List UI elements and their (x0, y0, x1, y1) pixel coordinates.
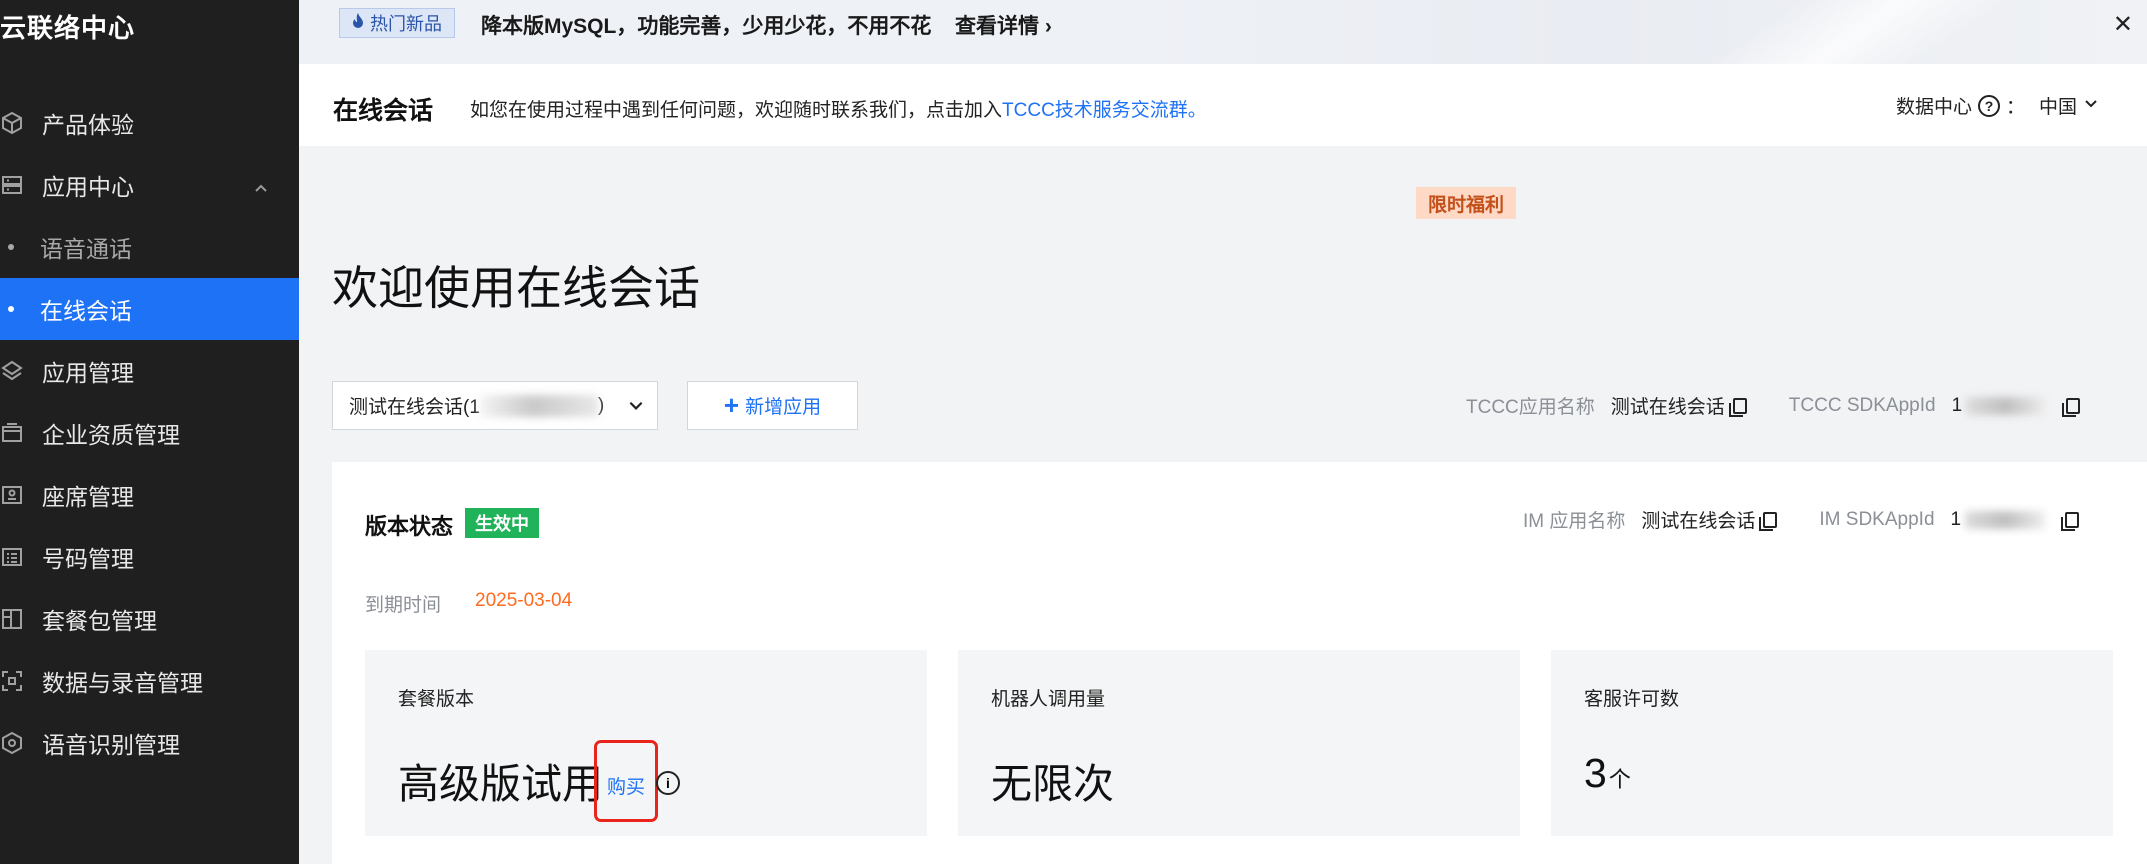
sidebar: 云联络中心 产品体验 应用中心 语音通话 在线会话 应用管理 企业资质管理 座席… (0, 0, 299, 864)
wallet-icon (0, 419, 26, 447)
stat-label: 客服许可数 (1584, 689, 1680, 710)
copy-icon[interactable] (2061, 511, 2080, 531)
sidebar-item-app-management[interactable]: 应用管理 (0, 340, 299, 402)
stat-label: 机器人调用量 (991, 689, 1106, 710)
sidebar-item-online-session[interactable]: 在线会话 (0, 278, 299, 340)
welcome-heading: 欢迎使用在线会话 (332, 262, 700, 314)
plus-icon: + (723, 390, 740, 420)
redacted-app-id (479, 394, 598, 417)
sidebar-item-app-center[interactable]: 应用中心 (0, 154, 299, 216)
im-app-info: IM 应用名称 测试在线会话 IM SDKAppId 1 (1523, 506, 2080, 533)
agent-card-icon (0, 481, 26, 509)
banner-decoration (1619, 0, 2075, 64)
chevron-down-icon (2083, 95, 2099, 117)
bullet-dot-icon (8, 306, 14, 312)
datacenter-label: 数据中心 (1895, 97, 1972, 118)
sidebar-item-agent-management[interactable]: 座席管理 (0, 464, 299, 526)
sidebar-item-voice-call[interactable]: 语音通话 (0, 216, 299, 278)
robot-usage-stat: 机器人调用量 无限次 (958, 650, 1520, 836)
app-selector[interactable]: 测试在线会话(1 ) (332, 381, 658, 430)
sidebar-item-speech-recognition[interactable]: 语音识别管理 (0, 712, 299, 774)
header-description: 如您在使用过程中遇到任何问题，欢迎随时联系我们，点击加入TCCC技术服务交流群。 (470, 100, 1207, 121)
stat-value: 3个 (1584, 750, 1631, 796)
buy-link[interactable]: 购买 (607, 772, 645, 799)
page-header: 在线会话 如您在使用过程中遇到任何问题，欢迎随时联系我们，点击加入TCCC技术服… (299, 64, 2147, 146)
im-sdkappid-value: 1 (1951, 509, 2046, 531)
expire-label: 到期时间 (365, 595, 442, 616)
seat-license-stat: 客服许可数 3个 (1551, 650, 2113, 836)
sidebar-item-label: 座席管理 (42, 484, 134, 510)
help-icon[interactable]: ? (1977, 94, 2000, 117)
chevron-down-icon (627, 396, 645, 414)
sidebar-item-data-recording[interactable]: 数据与录音管理 (0, 650, 299, 712)
add-app-button[interactable]: + 新增应用 (687, 381, 858, 430)
sidebar-item-label: 数据与录音管理 (42, 670, 203, 696)
sidebar-item-number-management[interactable]: 号码管理 (0, 526, 299, 588)
tccc-name-value: 测试在线会话 (1610, 397, 1725, 418)
sidebar-item-label: 应用管理 (42, 360, 134, 386)
hot-new-badge: 热门新品 (339, 8, 455, 38)
buy-highlight: 购买 (594, 740, 658, 822)
sidebar-item-product-experience[interactable]: 产品体验 (0, 92, 299, 154)
redacted-sdkappid (1966, 396, 2047, 415)
sidebar-item-package-management[interactable]: 套餐包管理 (0, 588, 299, 650)
version-status-title: 版本状态 (365, 514, 454, 539)
brand-title: 云联络中心 (0, 13, 136, 43)
server-icon (0, 171, 26, 199)
sidebar-item-label: 语音识别管理 (42, 732, 180, 758)
sidebar-item-enterprise-qualification[interactable]: 企业资质管理 (0, 402, 299, 464)
flame-icon (352, 12, 364, 34)
tccc-app-info: TCCC应用名称 测试在线会话 TCCC SDKAppId 1 (1466, 392, 2081, 419)
sidebar-item-label: 号码管理 (42, 546, 134, 572)
close-icon[interactable]: ✕ (2113, 10, 2133, 39)
tccc-sdkappid-label: TCCC SDKAppId (1788, 394, 1936, 416)
layers-icon (0, 357, 26, 385)
stat-value: 无限次 (991, 761, 1114, 807)
number-list-icon (0, 543, 26, 571)
stat-value: 高级版试用 (398, 761, 603, 807)
banner-text: 降本版MySQL，功能完善，少用少花，不用不花 (481, 15, 932, 38)
voice-recognition-icon (0, 729, 26, 757)
copy-icon[interactable] (1728, 397, 1747, 417)
datacenter-selector[interactable]: 数据中心 ? ： 中国 (1896, 92, 2099, 119)
page-title: 在线会话 (333, 97, 434, 125)
join-group-link[interactable]: TCCC技术服务交流群。 (1002, 100, 1207, 121)
im-name-value: 测试在线会话 (1641, 511, 1756, 532)
redacted-sdkappid (1965, 510, 2046, 529)
copy-icon[interactable] (1759, 511, 1778, 531)
copy-icon[interactable] (2062, 397, 2081, 417)
status-badge: 生效中 (465, 508, 539, 538)
chevron-up-icon[interactable] (253, 176, 269, 192)
stat-label: 套餐版本 (398, 689, 475, 710)
info-icon[interactable]: i (656, 771, 680, 795)
package-icon (0, 605, 26, 633)
sidebar-item-label: 应用中心 (42, 174, 134, 200)
im-sdkappid-label: IM SDKAppId (1819, 508, 1935, 530)
sidebar-item-label: 在线会话 (40, 298, 132, 324)
banner-view-details-link[interactable]: 查看详情 › (955, 10, 1052, 40)
tccc-name-label: TCCC应用名称 (1466, 397, 1595, 418)
scan-icon (0, 667, 26, 695)
limited-offer-badge: 限时福利 (1416, 187, 1517, 219)
sidebar-item-label: 产品体验 (42, 112, 134, 138)
bullet-dot-icon (8, 244, 14, 250)
im-name-label: IM 应用名称 (1523, 511, 1626, 532)
sidebar-item-label: 语音通话 (40, 236, 132, 262)
promo-banner: 热门新品 降本版MySQL，功能完善，少用少花，不用不花 查看详情 › ✕ (299, 0, 2147, 64)
cube-icon (0, 109, 26, 137)
sidebar-item-label: 套餐包管理 (42, 608, 157, 634)
expire-date: 2025-03-04 (475, 590, 573, 611)
datacenter-region: 中国 (2038, 97, 2077, 118)
sidebar-item-label: 企业资质管理 (42, 422, 180, 448)
tccc-sdkappid-value: 1 (1952, 395, 2047, 417)
